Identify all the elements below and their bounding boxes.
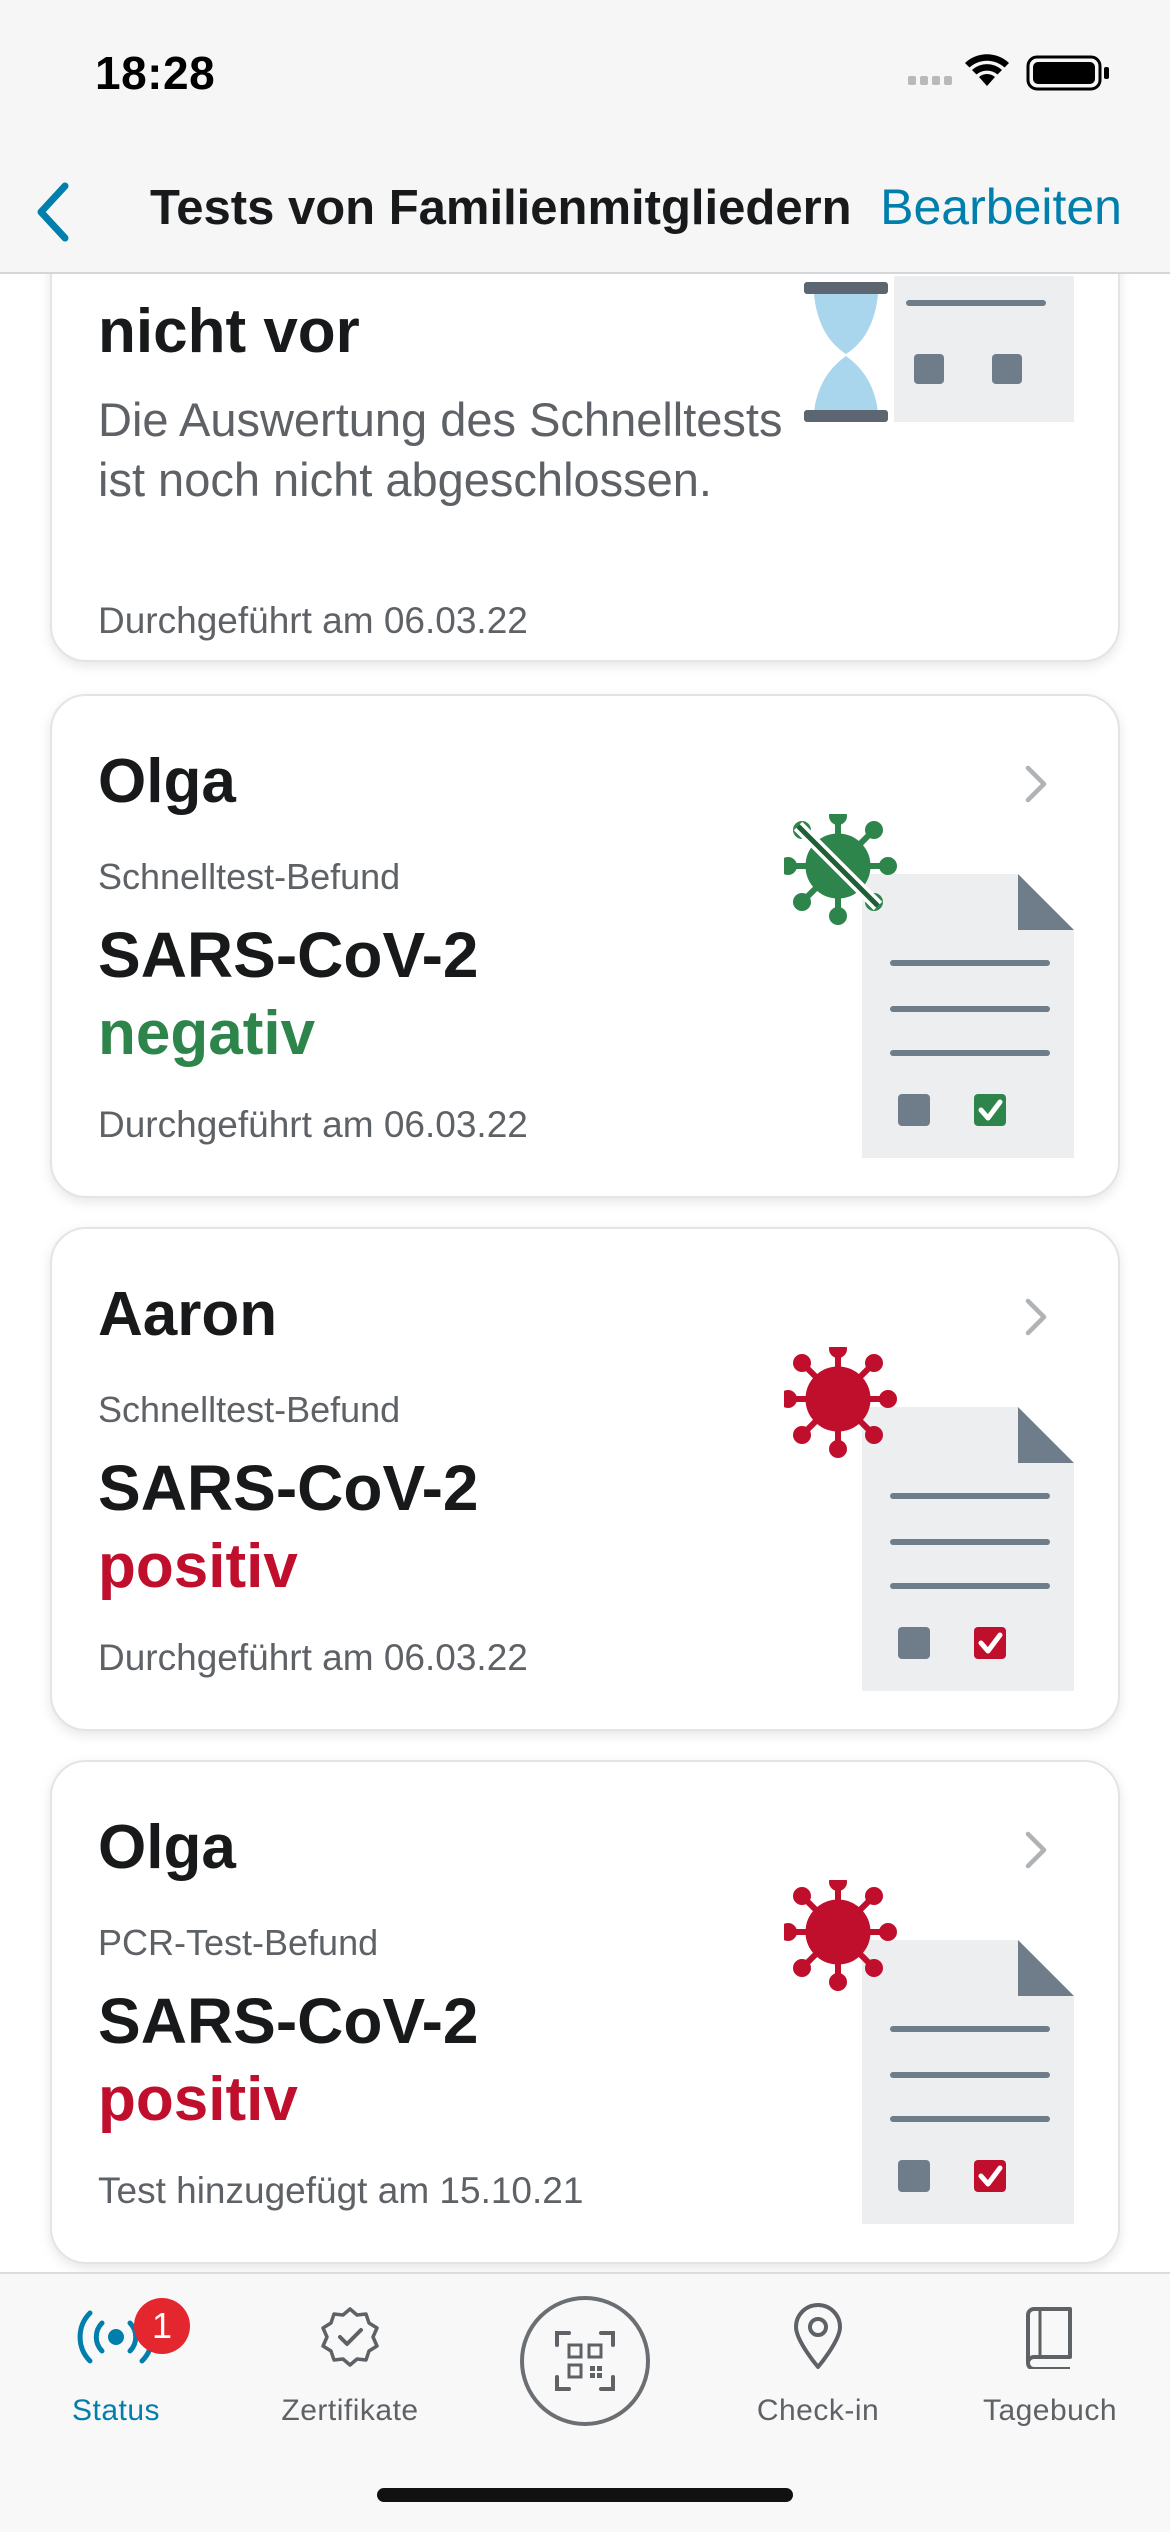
tab-label: Zertifikate bbox=[281, 2394, 419, 2427]
tab-label: Tagebuch bbox=[982, 2394, 1118, 2427]
certificate-badge-icon bbox=[310, 2302, 390, 2372]
page-title: Tests von Familienmitgliedern bbox=[150, 181, 852, 235]
hourglass-document-icon bbox=[804, 276, 1074, 422]
tab-certificates[interactable]: Zertifikate bbox=[250, 2302, 450, 2442]
card-date: Durchgeführt am 06.03.22 bbox=[98, 1637, 528, 1678]
notification-badge: 1 bbox=[134, 2298, 190, 2354]
tab-checkin[interactable]: Check-in bbox=[718, 2302, 918, 2442]
test-card[interactable]: Aaron Schnelltest-Befund SARS-CoV-2 posi… bbox=[50, 1227, 1120, 1731]
card-pathogen: SARS-CoV-2 bbox=[98, 919, 479, 991]
book-icon bbox=[1010, 2302, 1090, 2372]
card-result: positiv bbox=[98, 2065, 298, 2134]
status-bar: 18:28 bbox=[0, 0, 1170, 150]
test-card[interactable]: Olga PCR-Test-Befund SARS-CoV-2 positiv … bbox=[50, 1760, 1120, 2264]
test-card[interactable]: Olga Schnelltest-Befund SARS-CoV-2 negat… bbox=[50, 694, 1120, 1198]
card-result: negativ bbox=[98, 999, 316, 1068]
tab-label: Check-in bbox=[756, 2394, 880, 2427]
battery-icon bbox=[1026, 55, 1109, 91]
chevron-right-icon bbox=[1025, 1298, 1047, 1336]
positive-virus-document-icon bbox=[784, 1880, 1074, 2224]
card-pathogen: SARS-CoV-2 bbox=[98, 1985, 479, 2057]
location-pin-icon bbox=[778, 2302, 858, 2372]
chevron-left-icon bbox=[37, 182, 69, 242]
card-person-name: Aaron bbox=[98, 1280, 278, 1349]
card-pathogen: SARS-CoV-2 bbox=[98, 1452, 479, 1524]
status-time: 18:28 bbox=[95, 47, 216, 99]
card-date: Test hinzugefügt am 15.10.21 bbox=[98, 2170, 584, 2211]
card-result: positiv bbox=[98, 1532, 298, 1601]
card-test-type: Schnelltest-Befund bbox=[98, 856, 401, 897]
tab-status[interactable]: Status 1 bbox=[16, 2298, 216, 2442]
home-indicator[interactable] bbox=[377, 2488, 793, 2502]
card-description: Die Auswertung des Schnelltests ist noch… bbox=[98, 393, 783, 506]
chevron-right-icon bbox=[1025, 765, 1047, 803]
card-person-name: Olga bbox=[98, 747, 236, 816]
card-test-type: PCR-Test-Befund bbox=[98, 1922, 379, 1963]
qr-scan-button[interactable] bbox=[520, 2296, 650, 2426]
negative-virus-document-icon bbox=[784, 814, 1074, 1158]
card-person-name: Olga bbox=[98, 1813, 236, 1882]
qr-scan-icon bbox=[555, 2331, 615, 2391]
cellular-signal-icon bbox=[908, 76, 952, 85]
status-icons bbox=[908, 52, 1120, 92]
test-card-pending[interactable]: nicht vor Die Auswertung des Schnelltest… bbox=[50, 274, 1120, 662]
card-date: Durchgeführt am 06.03.22 bbox=[98, 1104, 528, 1145]
back-button[interactable] bbox=[18, 172, 88, 252]
card-date: Durchgeführt am 06.03.22 bbox=[98, 600, 528, 641]
tab-label: Status bbox=[71, 2394, 161, 2427]
positive-virus-document-icon bbox=[784, 1347, 1074, 1691]
tab-diary[interactable]: Tagebuch bbox=[950, 2302, 1150, 2442]
edit-button[interactable]: Bearbeiten bbox=[880, 178, 1122, 236]
test-list[interactable]: nicht vor Die Auswertung des Schnelltest… bbox=[0, 274, 1170, 2272]
navigation-bar: Tests von Familienmitgliedern Bearbeiten bbox=[0, 150, 1170, 274]
card-title: nicht vor bbox=[98, 297, 360, 366]
chevron-right-icon bbox=[1025, 1831, 1047, 1869]
wifi-icon bbox=[965, 54, 1009, 86]
card-test-type: Schnelltest-Befund bbox=[98, 1389, 401, 1430]
